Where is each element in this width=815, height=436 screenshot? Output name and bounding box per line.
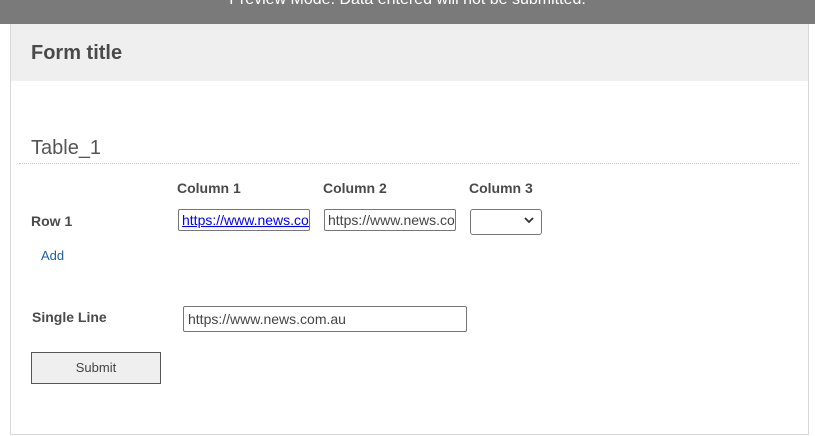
row1-column2-input[interactable]: https://www.news.com.au [324,209,456,231]
single-line-input[interactable]: https://www.news.com.au [183,306,467,332]
form-header: Form title [11,24,808,81]
row1-column3-select[interactable] [470,209,542,235]
column-header-1: Column 1 [177,180,241,196]
row1-column1-input[interactable]: https://www.news.com.au [178,209,310,231]
preview-mode-text: Preview Mode. Data entered will not be s… [0,0,815,14]
table-divider [19,163,799,164]
chevron-down-icon [524,217,534,224]
submit-button[interactable]: Submit [31,352,161,384]
column-header-3: Column 3 [469,180,533,196]
add-row-link[interactable]: Add [41,248,64,263]
table-title: Table_1 [31,137,102,159]
single-line-label: Single Line [32,309,107,325]
form-title: Form title [31,42,123,64]
row-label: Row 1 [31,213,73,229]
form-container: Form title Table_1 Column 1 Column 2 Col… [10,24,809,435]
column-header-2: Column 2 [323,180,387,196]
preview-mode-banner: Preview Mode. Data entered will not be s… [0,0,815,24]
